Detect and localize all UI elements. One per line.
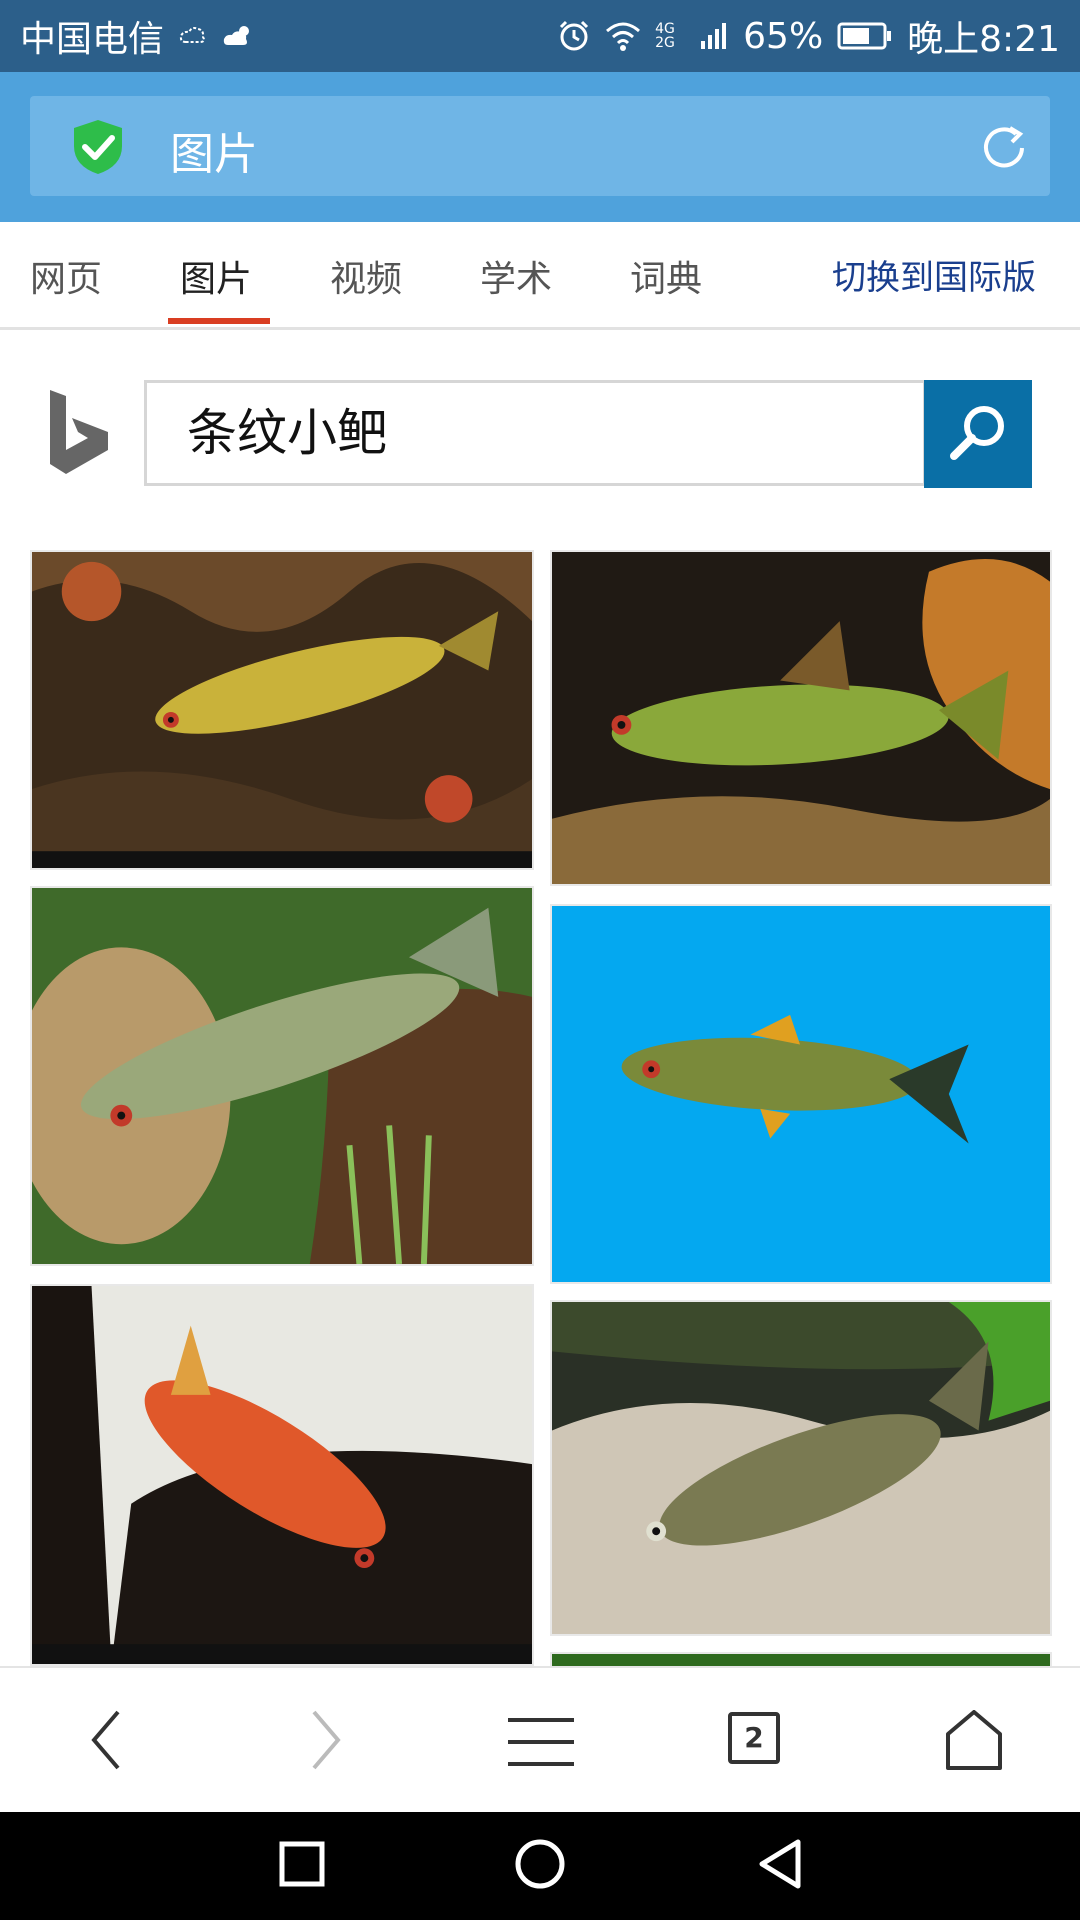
image-results-grid	[0, 550, 1080, 1666]
search-button[interactable]	[924, 380, 1032, 488]
forward-icon[interactable]	[306, 1708, 346, 1776]
recents-icon[interactable]	[278, 1838, 326, 1894]
vertical-tabs: 网页 图片 视频 学术 词典 切换到国际版	[0, 222, 1080, 330]
image-result[interactable]	[30, 886, 534, 1266]
image-result[interactable]	[550, 904, 1052, 1284]
back-triangle-icon[interactable]	[756, 1838, 804, 1894]
tabs-icon[interactable]: 2	[728, 1712, 780, 1764]
clock: 晚上8:21	[907, 19, 1060, 60]
address-text: 图片	[170, 129, 258, 180]
shield-check-icon	[70, 118, 126, 180]
signal-bars-icon	[699, 21, 729, 51]
search-icon	[946, 400, 1010, 468]
tab-videos[interactable]: 视频	[330, 250, 402, 302]
status-left: 中国电信	[20, 10, 256, 62]
home-circle-icon[interactable]	[514, 1838, 566, 1894]
image-result[interactable]	[550, 1300, 1052, 1636]
cloud-icon	[178, 24, 208, 48]
system-nav-bar	[0, 1812, 1080, 1920]
active-tab-indicator	[168, 318, 270, 324]
alarm-icon	[557, 19, 591, 53]
image-result[interactable]	[550, 1652, 1052, 1666]
menu-icon[interactable]	[508, 1716, 574, 1772]
back-icon[interactable]	[86, 1708, 126, 1776]
carrier-label: 中国电信	[20, 19, 165, 60]
tab-academic[interactable]: 学术	[480, 250, 552, 302]
tab-images[interactable]: 图片	[180, 250, 252, 302]
tab-web[interactable]: 网页	[30, 250, 102, 302]
bing-logo-icon[interactable]	[48, 388, 110, 478]
image-result[interactable]	[30, 550, 534, 870]
wifi-icon	[605, 21, 641, 51]
search-input[interactable]: 条纹小鲃	[144, 380, 926, 486]
search-row: 条纹小鲃	[0, 380, 1080, 488]
status-bar: 中国电信 4G 2G 65% 晚上8:21	[0, 0, 1080, 72]
browser-bottom-nav: 2	[0, 1666, 1080, 1812]
home-icon[interactable]	[944, 1710, 1004, 1774]
image-result[interactable]	[550, 550, 1052, 886]
network-label: 4G 2G	[655, 21, 675, 51]
address-bar[interactable]: 图片	[30, 96, 1050, 196]
tab-dictionary[interactable]: 词典	[630, 250, 702, 302]
switch-international-link[interactable]: 切换到国际版	[832, 250, 1036, 299]
status-right: 4G 2G 65% 晚上8:21	[557, 10, 1060, 62]
browser-toolbar: 图片	[0, 72, 1080, 222]
battery-icon	[837, 21, 893, 51]
image-result[interactable]	[30, 1284, 534, 1666]
battery-percent: 65%	[743, 15, 824, 57]
weather-icon	[222, 23, 256, 49]
reload-icon[interactable]	[978, 122, 1030, 178]
signal-icon: 4G 2G	[655, 22, 685, 50]
